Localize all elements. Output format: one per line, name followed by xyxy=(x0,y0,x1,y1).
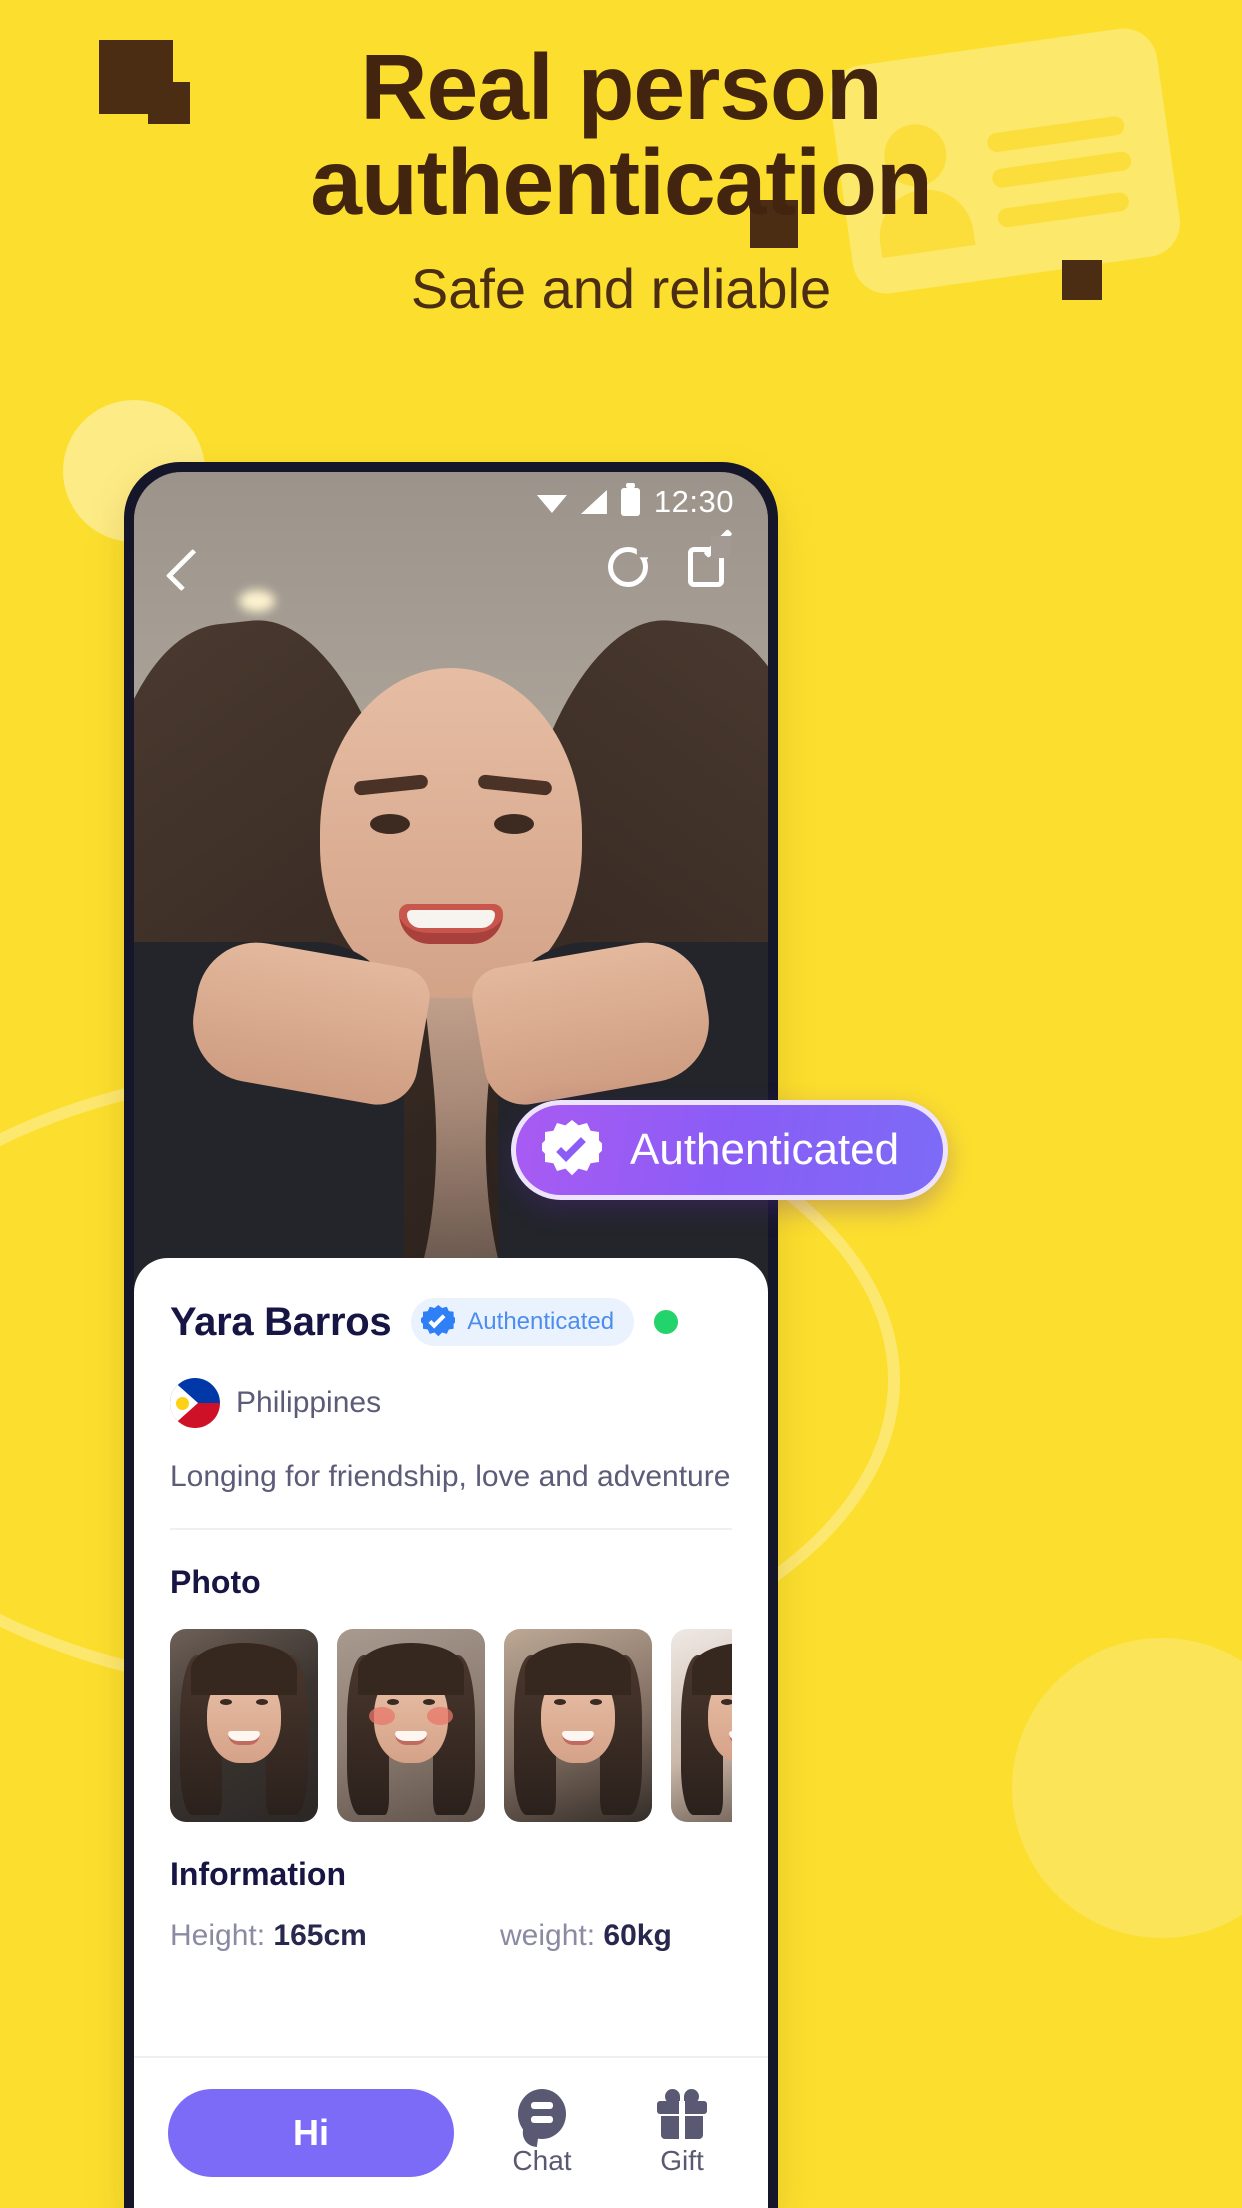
profile-name: Yara Barros xyxy=(170,1299,392,1344)
status-bar: 12:30 xyxy=(134,472,768,532)
promo-subtitle: Safe and reliable xyxy=(410,256,832,320)
decorative-blob-right xyxy=(1012,1638,1242,1938)
status-bar-time: 12:30 xyxy=(653,484,734,519)
gift-box-icon xyxy=(657,2089,707,2139)
say-hi-button[interactable]: Hi xyxy=(168,2089,454,2177)
authenticated-callout-label: Authenticated xyxy=(630,1125,900,1174)
verified-chip-label: Authenticated xyxy=(467,1308,615,1335)
gift-button[interactable]: Gift xyxy=(630,2089,734,2177)
refresh-button[interactable] xyxy=(608,547,654,593)
chat-label: Chat xyxy=(512,2145,572,2176)
edit-icon xyxy=(688,547,724,587)
information-grid: Height: 165cm weight: 60kg xyxy=(170,1919,732,1953)
photo-thumbnail[interactable] xyxy=(504,1629,652,1822)
verified-chip[interactable]: Authenticated xyxy=(411,1298,635,1346)
phone-mockup: 12:30 Yara Barros Authenticated Philippi… xyxy=(124,462,778,2208)
top-nav-actions xyxy=(608,547,734,593)
photo-thumbnail[interactable] xyxy=(337,1629,485,1822)
weight-value: 60kg xyxy=(603,1919,672,1952)
chat-bubble-icon xyxy=(518,2089,566,2139)
bottom-action-bar: Hi Chat Gift xyxy=(134,2056,768,2208)
chat-button[interactable]: Chat xyxy=(490,2089,594,2177)
verified-starburst-icon xyxy=(542,1120,602,1176)
gift-label: Gift xyxy=(660,2145,704,2176)
hero-eye-right xyxy=(494,814,534,834)
battery-icon xyxy=(620,483,640,516)
phone-screen: 12:30 Yara Barros Authenticated Philippi… xyxy=(134,472,768,2208)
photo-thumbnail[interactable] xyxy=(170,1629,318,1822)
profile-country-label: Philippines xyxy=(236,1386,382,1419)
height-label: Height: xyxy=(170,1919,266,1952)
profile-name-row: Yara Barros Authenticated xyxy=(170,1298,732,1346)
verified-badge-icon xyxy=(421,1305,456,1337)
authenticated-callout-badge: Authenticated xyxy=(511,1100,949,1200)
hero-eyebrow-left xyxy=(353,774,429,796)
back-button[interactable] xyxy=(165,547,214,593)
profile-bio: Longing for friendship, love and adventu… xyxy=(170,1460,731,1493)
hero-face xyxy=(320,668,582,998)
weight-info: weight: 60kg xyxy=(500,1919,672,1953)
hero-eyebrow-right xyxy=(477,774,553,796)
weight-label: weight: xyxy=(500,1919,596,1952)
hero-teeth xyxy=(407,910,495,928)
hero-eye-left xyxy=(370,814,410,834)
promo-headline-line1: Real person xyxy=(360,35,882,139)
edit-button[interactable] xyxy=(688,547,734,593)
section-divider xyxy=(170,1528,732,1530)
signal-icon xyxy=(580,490,607,514)
promo-headline: Real person authentication xyxy=(0,40,1242,230)
height-value: 165cm xyxy=(273,1919,367,1952)
photo-thumbnail[interactable] xyxy=(671,1629,732,1822)
wifi-icon xyxy=(536,494,567,513)
refresh-icon xyxy=(608,547,648,587)
online-status-dot xyxy=(654,1310,679,1334)
philippines-flag-icon xyxy=(170,1378,220,1428)
back-chevron-icon xyxy=(165,548,209,592)
profile-country-row: Philippines xyxy=(170,1378,732,1428)
promo-headline-block: Real person authentication Safe and reli… xyxy=(0,40,1242,321)
height-info: Height: 165cm xyxy=(170,1919,500,1953)
information-section-title: Information xyxy=(170,1856,346,1892)
photo-thumbnail-row[interactable] xyxy=(170,1629,732,1822)
top-navigation-bar xyxy=(134,532,768,608)
promo-headline-line2: authentication xyxy=(310,129,933,234)
photo-section-title: Photo xyxy=(170,1564,261,1600)
